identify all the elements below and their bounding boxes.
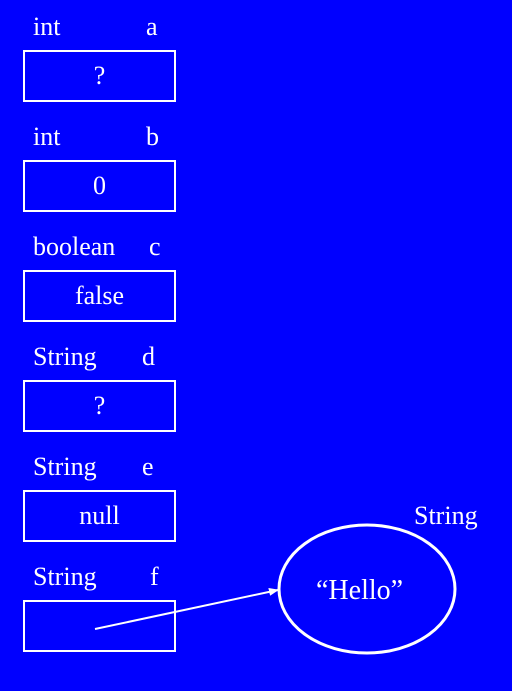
reference-diagram xyxy=(94,523,457,655)
reference-arrow xyxy=(94,587,279,630)
object-value: “Hello” xyxy=(316,575,404,606)
